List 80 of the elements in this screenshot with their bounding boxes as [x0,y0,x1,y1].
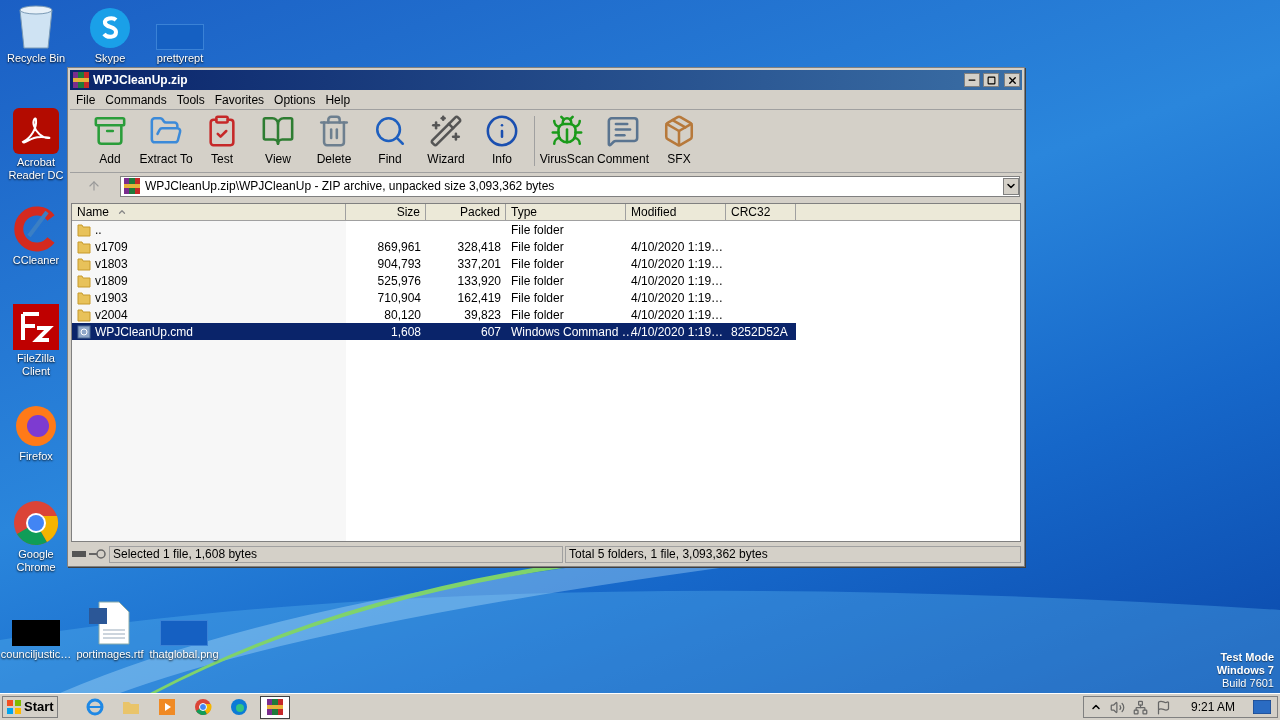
column-header[interactable]: Name [72,204,346,221]
toolbar-button[interactable]: Test [194,112,250,170]
table-cell-text: 869,961 [377,238,421,256]
file-row[interactable]: v1803 904,793 337,201 File folder 4/10/2020 1:19… [72,255,796,272]
table-cell-text: .. [95,221,102,239]
file-row[interactable]: v1809 525,976 133,920 File folder 4/10/2020 1:19… [72,272,796,289]
table-cell-text: WPJCleanUp.cmd [95,323,194,341]
table-cell-text: 4/10/2020 1:19… [631,289,724,307]
table-cell-text: File folder [511,272,564,290]
toolbar-button[interactable]: Comment [595,112,651,170]
menu-item[interactable]: Help [320,90,356,109]
table-cell-text: 162,419 [457,289,501,307]
status-text: Total 5 folders, 1 file, 3,093,362 bytes [565,545,1021,563]
column-header[interactable]: Size [346,204,426,221]
table-cell-text: 328,418 [457,238,501,256]
table-cell-text: File folder [511,238,564,256]
column-header[interactable]: Packed [426,204,506,221]
table-cell-text: 710,904 [377,289,421,307]
toolbar-button[interactable]: Find [362,112,418,170]
file-row[interactable]: WPJCleanUp.cmd 1,608 607 Windows Command …4/10/2020 1:19… 8252D52A [72,323,796,340]
table-cell-text: v1803 [95,255,128,273]
table-cell-text: File folder [511,221,564,239]
toolbar-button[interactable]: Extract To [138,112,194,170]
table-cell-text: 4/10/2020 1:19… [631,255,724,273]
clock[interactable]: 9:21 AM [1190,698,1235,716]
table-cell-text: 4/10/2020 1:19… [631,272,724,290]
window-title: WPJCleanUp.zip [93,72,189,89]
table-cell-text: 4/10/2020 1:19… [631,323,724,341]
table-cell-text: File folder [511,289,564,307]
desktop-icon-label[interactable]: CCleaner [12,254,60,267]
table-cell-text: 4/10/2020 1:19… [631,306,724,324]
desktop-icon-label[interactable]: Firefox [19,450,53,463]
table-cell-text: 904,793 [377,255,421,273]
table-cell-text: 337,201 [457,255,501,273]
desktop-icon-label[interactable]: Google Chrome [5,548,67,574]
table-cell-text: 4/10/2020 1:19… [631,238,724,256]
column-header[interactable]: Modified [626,204,726,221]
menu-item[interactable]: Tools [171,90,210,109]
toolbar-button[interactable]: View [250,112,306,170]
table-cell-text: File folder [511,306,564,324]
address-field[interactable]: WPJCleanUp.zip\WPJCleanUp - ZIP archive, unpacked size 3,093,362 bytes [120,175,1020,197]
toolbar-button[interactable]: Wizard [418,112,474,170]
table-cell-text: 8252D52A [731,323,788,341]
toolbar-button[interactable]: Add [82,112,138,170]
toolbar-button[interactable]: Delete [306,112,362,170]
table-cell-text: v1709 [95,238,128,256]
menu-item[interactable]: Commands [100,90,172,109]
desktop-icon-label[interactable]: Skype [94,52,126,65]
os-notice-text: Build 7601 [1222,677,1274,690]
table-cell-text: v1809 [95,272,128,290]
toolbar-button[interactable]: Info [474,112,530,170]
file-row[interactable]: v1903 710,904 162,419 File folder 4/10/2020 1:19… [72,289,796,306]
table-cell-text: 80,120 [384,306,421,324]
desktop-icon-label[interactable]: portimages.rtf [76,648,144,661]
table-cell-text: 607 [480,323,501,341]
desktop-icon-label[interactable]: Recycle Bin [6,52,66,65]
column-header[interactable]: Type [506,204,626,221]
table-cell-text: 525,976 [377,272,421,290]
toolbar-button[interactable]: SFX [651,112,707,170]
desktop-icon-label[interactable]: Acrobat Reader DC [5,156,67,182]
file-row[interactable]: .. File folder [72,221,796,238]
table-cell-text: v2004 [95,306,128,324]
desktop-icon-label[interactable]: prettyrept [156,52,204,65]
file-row[interactable]: v2004 80,120 39,823 File folder 4/10/2020 1:19… [72,306,796,323]
table-cell-text: 39,823 [464,306,501,324]
column-header[interactable]: CRC32 [726,204,796,221]
desktop-icon-label[interactable]: FileZilla Client [5,352,67,378]
menu-item[interactable]: Options [269,90,321,109]
start-button[interactable]: Start [2,696,58,718]
table-cell-text: 133,920 [457,272,501,290]
status-text: Selected 1 file, 1,608 bytes [109,545,563,563]
toolbar-button[interactable]: VirusScan [539,112,595,170]
table-cell-text: File folder [511,255,564,273]
file-row[interactable]: v1709 869,961 328,418 File folder 4/10/2020 1:19… [72,238,796,255]
menu-item[interactable]: File [71,90,101,109]
os-notice-text: Test Mode [1220,651,1274,664]
os-notice-text: Windows 7 [1216,664,1274,677]
table-cell-text: 1,608 [390,323,421,341]
table-cell-text: v1903 [95,289,128,307]
menu-item[interactable]: Favorites [209,90,270,109]
